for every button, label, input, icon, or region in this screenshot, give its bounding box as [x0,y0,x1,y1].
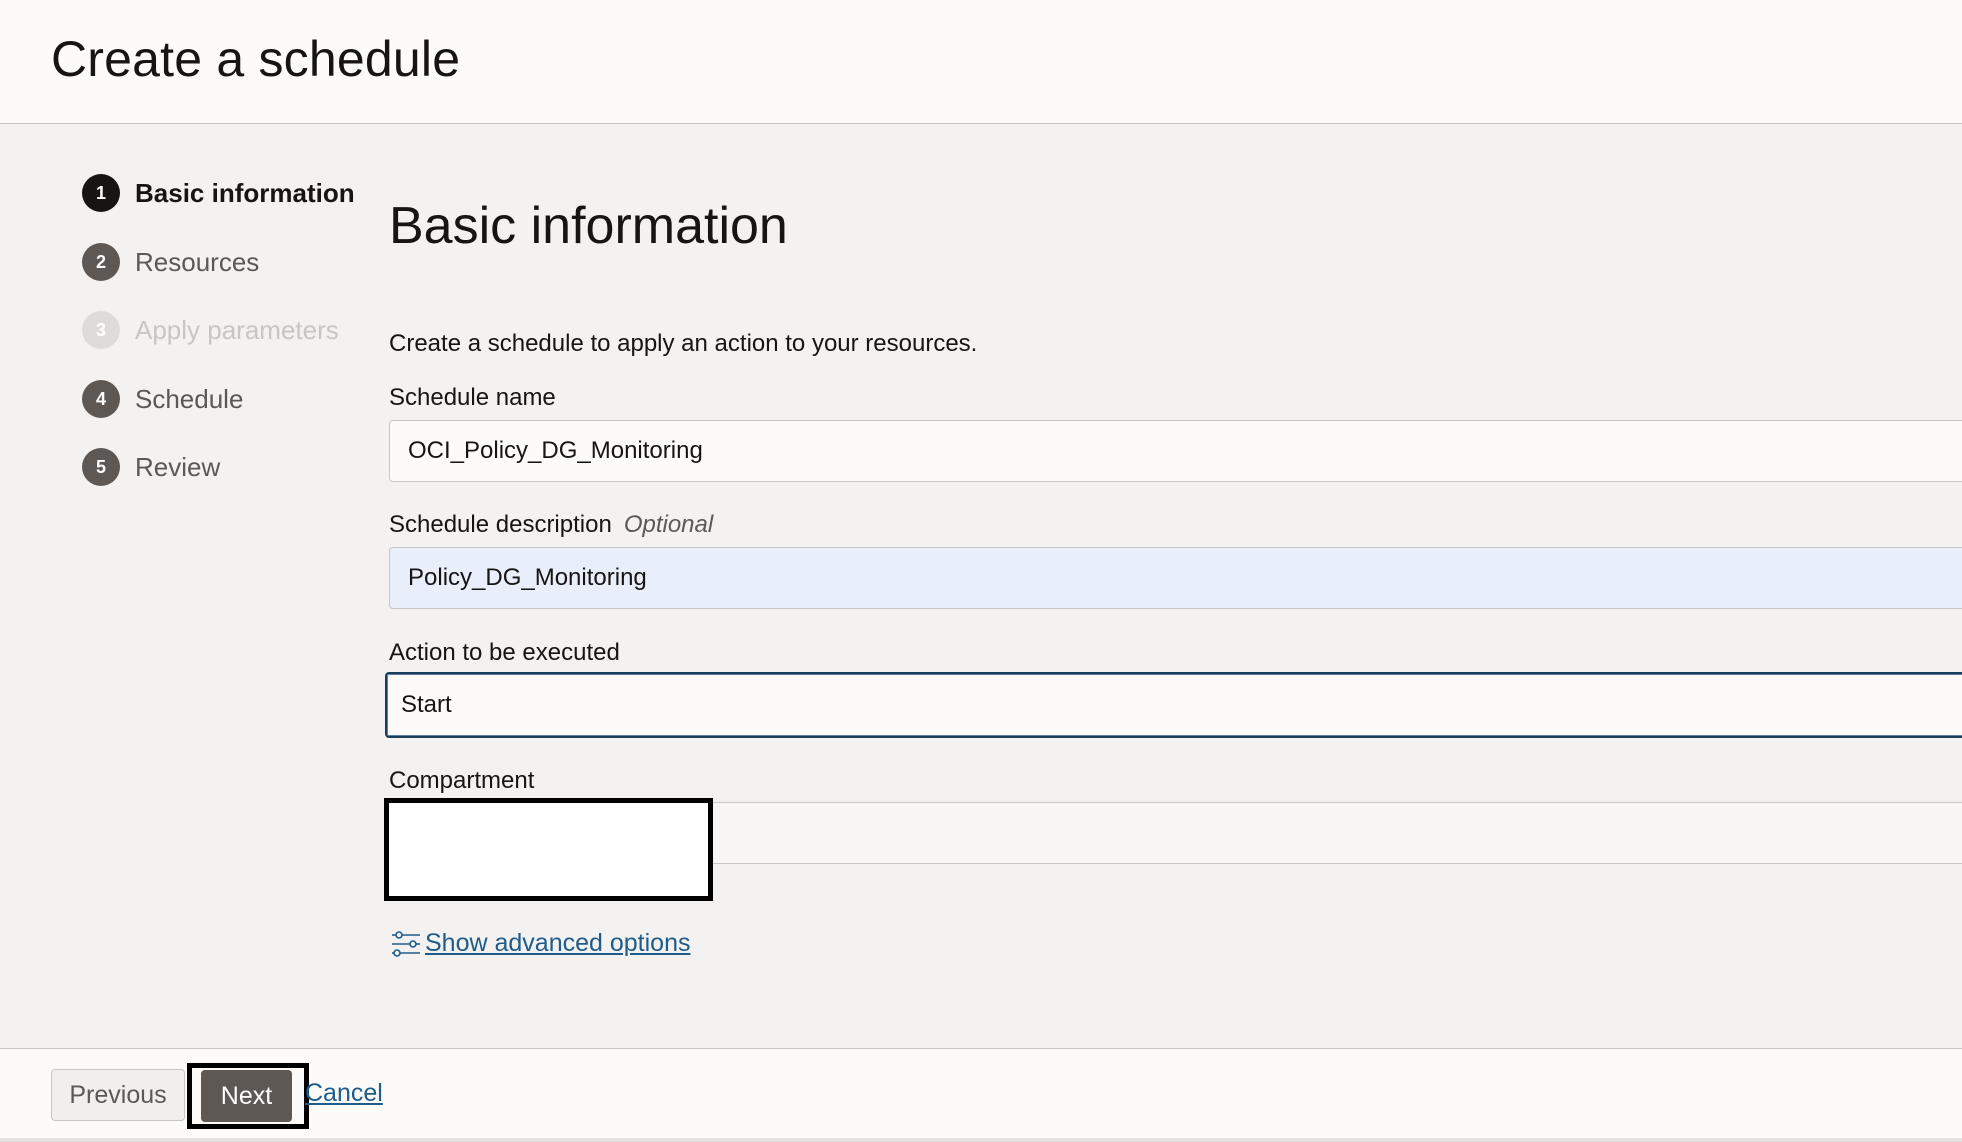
footer-bottom-border [0,1138,1962,1142]
step-schedule[interactable]: 4 Schedule [82,379,243,419]
optional-tag: Optional [623,511,714,538]
step-label: Schedule [135,383,244,414]
wizard-footer: Previous Next Cancel [0,1048,1962,1142]
cancel-link[interactable]: Cancel [305,1079,383,1108]
step-label: Basic information [135,177,355,208]
schedule-description-label-text: Schedule description [389,511,612,538]
step-resources[interactable]: 2 Resources [82,242,259,282]
show-advanced-options-link[interactable]: Show advanced options [389,926,690,960]
step-label: Resources [135,246,260,277]
step-review[interactable]: 5 Review [82,447,220,487]
step-number-badge: 4 [82,380,120,418]
compartment-label: Compartment [389,767,535,794]
schedule-description-label: Schedule description Optional [389,511,713,539]
page-header: Create a schedule [0,0,1962,124]
action-select[interactable]: Start [385,672,1962,738]
schedule-name-label: Schedule name [389,384,556,411]
schedule-description-input[interactable]: Policy_DG_Monitoring [389,547,1962,609]
step-number-badge: 5 [82,448,120,486]
page-title: Create a schedule [51,31,461,87]
step-number-badge: 3 [82,311,120,349]
step-basic-information[interactable]: 1 Basic information [82,173,355,213]
step-number-badge: 1 [82,174,120,212]
sliders-icon [392,931,420,957]
show-advanced-options-label: Show advanced options [425,928,691,957]
step-number-badge: 2 [82,243,120,281]
step-label: Apply parameters [135,314,339,345]
section-title: Basic information [389,197,788,255]
redaction-box [384,798,713,901]
step-label: Review [135,451,221,482]
intro-text: Create a schedule to apply an action to … [389,330,978,357]
previous-button[interactable]: Previous [51,1069,185,1121]
action-label: Action to be executed [389,639,620,666]
step-apply-parameters: 3 Apply parameters [82,310,339,350]
next-button[interactable]: Next [201,1070,292,1122]
schedule-name-input[interactable]: OCI_Policy_DG_Monitoring [389,420,1962,482]
